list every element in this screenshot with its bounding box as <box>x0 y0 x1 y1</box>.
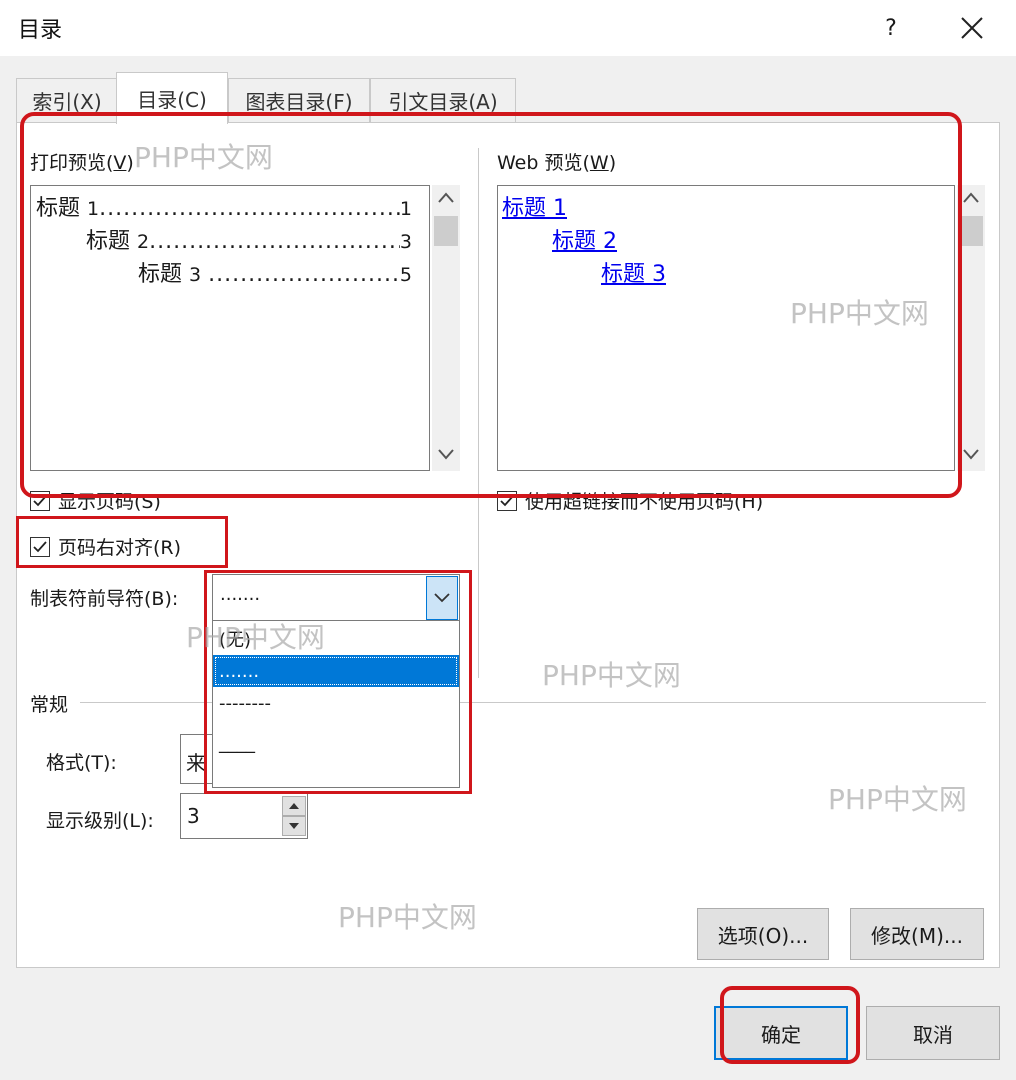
tab-leader-option-none[interactable]: (无) <box>213 623 459 655</box>
right-align-option[interactable]: 页码右对齐(R) <box>30 533 181 560</box>
web-preview-scroll-thumb[interactable] <box>959 216 983 246</box>
levels-value: 3 <box>187 804 200 828</box>
tab-leader-label: 制表符前导符(B): <box>30 588 179 610</box>
checkmark-icon <box>33 494 47 506</box>
chevron-down-icon <box>434 593 450 603</box>
web-preview-label: Web 预览(W) <box>497 152 617 174</box>
tab-leader-dropdown-button[interactable] <box>426 576 458 620</box>
format-value: 来 <box>186 751 206 775</box>
print-preview-line-2: 标题 2....................................… <box>86 229 412 254</box>
print-preview-line-1: 标题 1....................................… <box>36 196 412 221</box>
show-page-numbers-label: 显示页码(S) <box>58 491 161 513</box>
help-button[interactable]: ? <box>868 6 914 50</box>
tab-leader-option-dashes[interactable]: -------- <box>213 687 459 719</box>
modify-button[interactable]: 修改(M)... <box>850 908 984 960</box>
web-preview-link-3[interactable]: 标题 3 <box>601 256 666 288</box>
print-preview-line-3: 标题 3 ...................................… <box>138 262 412 287</box>
use-hyperlinks-checkbox[interactable] <box>497 490 517 511</box>
tab-leader-dropdown-list: (无) ....... -------- ____ <box>212 620 460 788</box>
scroll-down-icon[interactable] <box>961 446 981 466</box>
scroll-up-icon[interactable] <box>436 190 456 210</box>
ok-button[interactable]: 确定 <box>714 1006 848 1060</box>
web-preview-link-2[interactable]: 标题 2 <box>552 223 617 255</box>
tab-leader-option-dots[interactable]: ....... <box>213 655 459 687</box>
tab-authorities[interactable]: 引文目录(A) <box>370 78 516 122</box>
use-hyperlinks-label: 使用超链接而不使用页码(H) <box>525 491 764 513</box>
scroll-down-icon[interactable] <box>436 446 456 466</box>
general-section-label: 常规 <box>30 694 69 716</box>
tab-leader-option-underline[interactable]: ____ <box>213 727 459 759</box>
print-preview-label: 打印预览(V) <box>30 152 134 174</box>
tab-index[interactable]: 索引(X) <box>16 78 118 122</box>
column-divider <box>478 148 479 678</box>
checkmark-icon <box>500 494 514 506</box>
levels-label: 显示级别(L): <box>46 810 154 832</box>
right-align-checkbox[interactable] <box>30 536 50 557</box>
close-button[interactable] <box>946 6 998 50</box>
triangle-up-icon <box>289 803 299 809</box>
scroll-up-icon[interactable] <box>961 190 981 210</box>
tab-figures[interactable]: 图表目录(F) <box>228 78 370 122</box>
title-bar <box>0 0 1016 56</box>
close-icon <box>961 17 983 39</box>
options-button[interactable]: 选项(O)... <box>697 908 829 960</box>
levels-decrement-button[interactable] <box>282 816 306 836</box>
tab-leader-value: ....... <box>220 584 261 605</box>
print-preview-scroll-thumb[interactable] <box>434 216 458 246</box>
dialog-title: 目录 <box>18 18 63 43</box>
show-page-numbers-option[interactable]: 显示页码(S) <box>30 487 161 514</box>
checkmark-icon <box>33 540 47 552</box>
triangle-down-icon <box>289 823 299 829</box>
right-align-label: 页码右对齐(R) <box>58 537 182 559</box>
web-preview-link-1[interactable]: 标题 1 <box>502 190 567 222</box>
levels-increment-button[interactable] <box>282 796 306 816</box>
format-label: 格式(T): <box>46 752 117 774</box>
use-hyperlinks-option[interactable]: 使用超链接而不使用页码(H) <box>497 487 763 514</box>
tab-toc[interactable]: 目录(C) <box>116 72 228 124</box>
show-page-numbers-checkbox[interactable] <box>30 490 50 511</box>
cancel-button[interactable]: 取消 <box>866 1006 1000 1060</box>
